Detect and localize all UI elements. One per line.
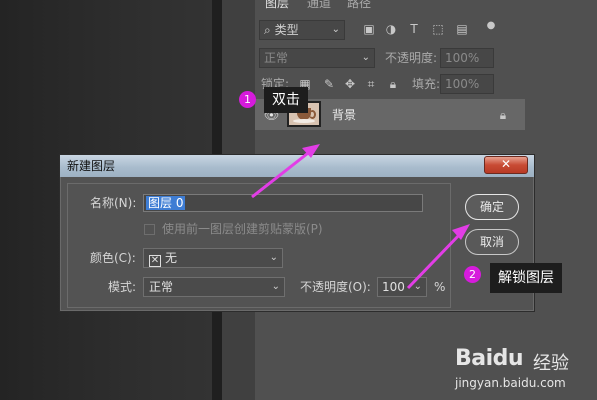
watermark-url: jingyan.baidu.com — [455, 376, 566, 390]
arrow-to-layer — [251, 144, 320, 199]
annotation-arrows — [251, 144, 470, 290]
baidu-jingyan-watermark: Baidu 经验 jingyan.baidu.com — [455, 342, 595, 398]
watermark-brand: Baidu — [455, 346, 524, 371]
arrow-to-ok-button — [406, 224, 470, 290]
watermark-brand-cn: 经验 — [533, 353, 569, 374]
